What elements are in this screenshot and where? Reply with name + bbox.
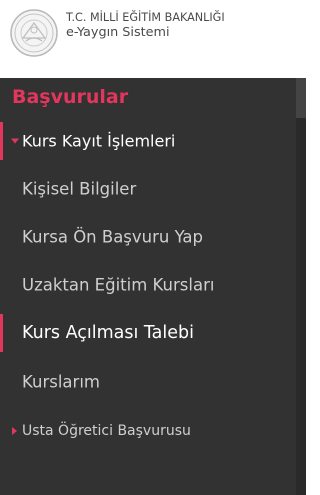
menu-item-kisisel-bilgiler[interactable]: Kişisel Bilgiler — [0, 170, 296, 208]
ministry-name: T.C. MİLLİ EĞİTİM BAKANLIĞI — [66, 11, 225, 24]
scrollbar[interactable] — [296, 78, 306, 495]
menu-item-uzaktan-egitim[interactable]: Uzaktan Eğitim Kursları — [0, 266, 296, 304]
menu-item-label: Kursa Ön Başvuru Yap — [22, 227, 204, 247]
menu-item-kursa-on-basvuru[interactable]: Kursa Ön Başvuru Yap — [0, 218, 296, 256]
menu-item-kurs-acilmasi-talebi[interactable]: Kurs Açılması Talebi — [0, 314, 296, 352]
menu-item-kurslarim[interactable]: Kurslarım — [0, 363, 296, 401]
active-marker — [0, 314, 3, 352]
menu-item-label: Kişisel Bilgiler — [22, 179, 137, 199]
meb-seal-icon — [9, 8, 59, 58]
active-marker — [0, 122, 3, 160]
menu-item-label: Usta Öğretici Başvurusu — [22, 423, 191, 439]
menu-item-label: Uzaktan Eğitim Kursları — [22, 275, 215, 295]
chevron-down-icon — [11, 138, 19, 144]
system-name: e-Yaygın Sistemi — [66, 25, 170, 40]
page: T.C. MİLLİ EĞİTİM BAKANLIĞI e-Yaygın Sis… — [0, 0, 306, 495]
menu-item-label: Kurs Kayıt İşlemleri — [22, 131, 176, 151]
menu-item-kurs-kayit-islemleri[interactable]: Kurs Kayıt İşlemleri — [0, 122, 296, 160]
section-title: Başvurular — [12, 86, 129, 108]
header-title: T.C. MİLLİ EĞİTİM BAKANLIĞI e-Yaygın Sis… — [66, 11, 225, 41]
menu-item-label: Kurslarım — [22, 372, 100, 392]
menu-item-label: Kurs Açılması Talebi — [22, 323, 195, 343]
menu-item-usta-ogretici[interactable]: Usta Öğretici Başvurusu — [0, 412, 296, 450]
chevron-right-icon — [12, 427, 17, 435]
scrollbar-thumb[interactable] — [296, 78, 306, 118]
header: T.C. MİLLİ EĞİTİM BAKANLIĞI e-Yaygın Sis… — [0, 0, 306, 63]
